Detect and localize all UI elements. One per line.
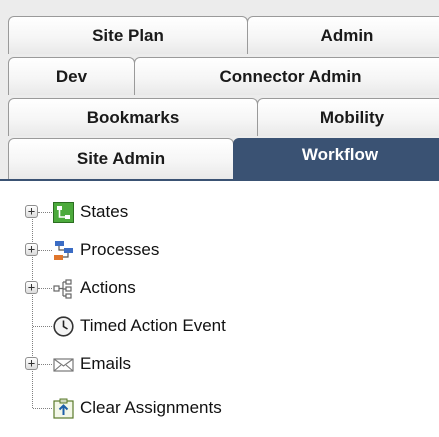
- tree-branch-line: [38, 288, 52, 289]
- tree-branch-line: [38, 250, 52, 251]
- tree-node-timed-action-event: Timed Action Event: [0, 312, 439, 340]
- tab-workflow[interactable]: Workflow: [233, 138, 439, 179]
- tab-connector-admin[interactable]: Connector Admin: [134, 57, 439, 95]
- email-icon: [53, 354, 74, 375]
- tree-label-processes[interactable]: Processes: [80, 239, 159, 261]
- states-icon: [53, 202, 74, 223]
- tab-site-plan[interactable]: Site Plan: [8, 16, 248, 54]
- tab-admin[interactable]: Admin: [247, 16, 439, 54]
- tree-node-actions: + Actions: [0, 274, 439, 302]
- tree-node-processes: + Processes: [0, 236, 439, 264]
- workflow-tree: + States + Processes + Actions Timed Act…: [0, 190, 439, 430]
- tree-branch-line: [38, 364, 52, 365]
- tab-divider: [0, 179, 439, 181]
- tree-label-actions[interactable]: Actions: [80, 277, 136, 299]
- tree-node-emails: + Emails: [0, 350, 439, 378]
- tree-label-clear-assignments[interactable]: Clear Assignments: [80, 397, 222, 419]
- tab-strip: Site Plan Admin Dev Connector Admin Book…: [0, 0, 439, 179]
- tree-node-states: + States: [0, 198, 439, 226]
- actions-icon: [53, 278, 74, 299]
- expand-toggle-emails[interactable]: +: [25, 357, 38, 370]
- tab-mobility[interactable]: Mobility: [257, 98, 439, 136]
- expand-toggle-processes[interactable]: +: [25, 243, 38, 256]
- clear-assignments-icon: [53, 398, 74, 419]
- tree-label-emails[interactable]: Emails: [80, 353, 131, 375]
- tree-node-clear-assignments: Clear Assignments: [0, 394, 439, 422]
- tab-dev[interactable]: Dev: [8, 57, 135, 95]
- clock-icon: [53, 316, 74, 337]
- expand-toggle-states[interactable]: +: [25, 205, 38, 218]
- processes-icon: [53, 240, 74, 261]
- tab-bookmarks[interactable]: Bookmarks: [8, 98, 258, 136]
- tree-branch-line: [33, 326, 52, 327]
- tree-label-timed-action-event[interactable]: Timed Action Event: [80, 315, 226, 337]
- expand-toggle-actions[interactable]: +: [25, 281, 38, 294]
- tree-branch-line: [38, 212, 52, 213]
- tree-branch-line: [33, 408, 52, 409]
- tree-label-states[interactable]: States: [80, 201, 128, 223]
- tab-site-admin[interactable]: Site Admin: [8, 138, 234, 179]
